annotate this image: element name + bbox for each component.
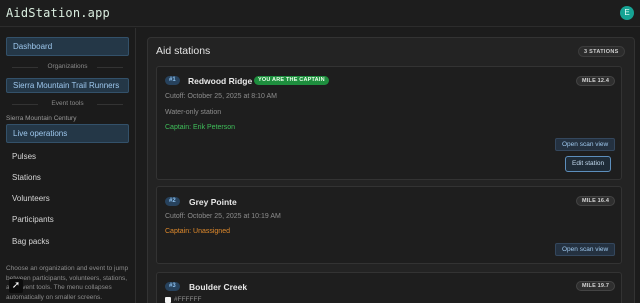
station-number-badge: #3 <box>165 282 180 291</box>
station-number-badge: #2 <box>165 197 180 206</box>
station-captain: Captain: Unassigned <box>165 228 230 235</box>
app-brand[interactable]: AidStation.app <box>6 6 110 20</box>
mile-badge: MILE 16.4 <box>576 196 616 206</box>
sidebar-item-participants[interactable]: Participants <box>12 215 54 224</box>
station-name: Boulder Creek <box>189 282 248 292</box>
station-cutoff: Cutoff: October 25, 2025 at 10:19 AM <box>165 213 281 220</box>
station-count-badge: 3 STATIONS <box>578 46 625 57</box>
pointer-cursor-icon: ➚ <box>9 279 23 293</box>
mile-badge: MILE 12.4 <box>576 76 616 86</box>
sidebar-help-text: Choose an organization and event to jump… <box>6 265 129 301</box>
user-avatar[interactable]: E <box>620 6 634 20</box>
organizations-divider: Organizations <box>6 63 129 70</box>
open-scan-view-button[interactable]: Open scan view <box>555 243 616 256</box>
event-tools-divider: Event tools <box>6 100 129 107</box>
current-event-label: Sierra Mountain Century <box>6 115 77 122</box>
edit-station-button[interactable]: Edit station <box>565 156 612 172</box>
color-swatch <box>165 297 171 303</box>
sidebar-item-pulses[interactable]: Pulses <box>12 152 36 161</box>
sidebar-item-stations[interactable]: Stations <box>12 173 41 182</box>
station-name: Grey Pointe <box>189 197 237 207</box>
sidebar-dashboard-button[interactable]: Dashboard <box>6 37 129 56</box>
sidebar-organization-button[interactable]: Sierra Mountain Trail Runners <box>6 78 129 93</box>
mile-badge: MILE 19.7 <box>576 281 616 291</box>
station-cutoff: Cutoff: October 25, 2025 at 8:10 AM <box>165 93 277 100</box>
captain-status-badge: YOU ARE THE CAPTAIN <box>254 76 329 85</box>
station-captain: Captain: Erik Peterson <box>165 124 236 131</box>
station-note: Water-only station <box>165 109 222 116</box>
station-name: Redwood Ridge <box>188 76 253 86</box>
app-header: AidStation.app E <box>0 0 640 27</box>
sidebar-item-volunteers[interactable]: Volunteers <box>12 194 50 203</box>
station-number-badge: #1 <box>165 76 180 85</box>
sidebar-live-operations-button[interactable]: Live operations <box>6 124 129 143</box>
open-scan-view-button[interactable]: Open scan view <box>555 138 616 151</box>
sidebar-item-bag-packs[interactable]: Bag packs <box>12 237 49 246</box>
station-color-code: #FFFFFF <box>174 296 202 303</box>
page-title: Aid stations <box>156 45 211 57</box>
